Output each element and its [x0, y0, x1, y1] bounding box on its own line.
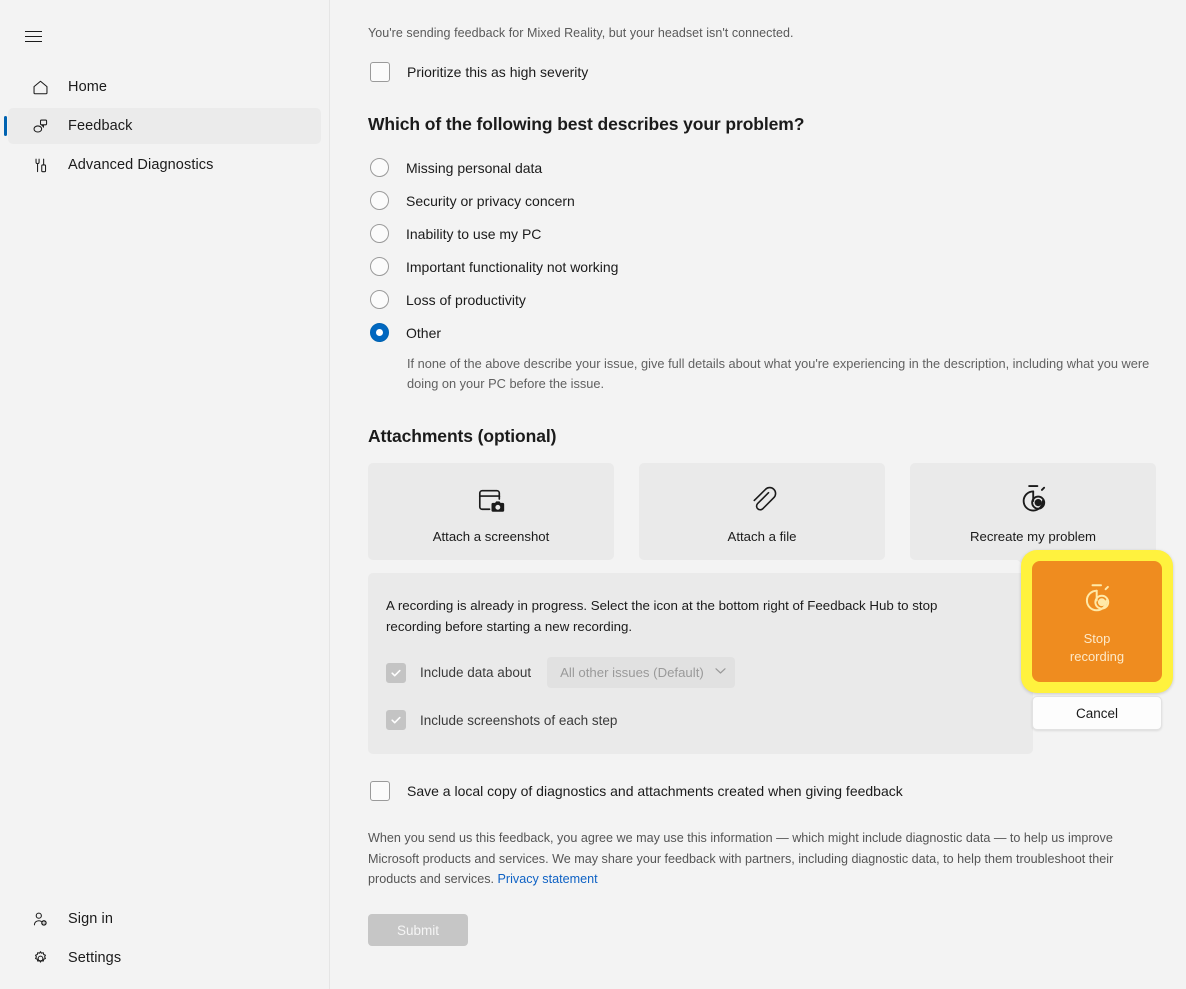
include-data-about-label: Include data about	[420, 665, 532, 681]
recording-message: A recording is already in progress. Sele…	[386, 597, 938, 634]
include-data-about-checkbox[interactable]	[386, 662, 406, 683]
sidebar-item-feedback[interactable]: Feedback	[4, 108, 321, 144]
feedback-icon	[30, 116, 50, 136]
chevron-down-icon	[715, 667, 726, 678]
include-screenshots-label: Include screenshots of each step	[420, 712, 618, 728]
sidebar-item-label: Feedback	[68, 118, 133, 134]
radio-label: Loss of productivity	[406, 291, 526, 308]
hamburger-icon-bar	[24, 35, 42, 37]
legal-disclaimer: When you send us this feedback, you agre…	[368, 828, 1143, 889]
screenshot-icon	[472, 478, 511, 520]
sidebar-nav: Home Feedback Advanced Diagnostics	[0, 66, 329, 186]
main-content: You're sending feedback for Mixed Realit…	[330, 0, 1186, 989]
radio-option-security-privacy[interactable]: Security or privacy concern	[370, 184, 1158, 217]
sidebar-item-advanced-diagnostics[interactable]: Advanced Diagnostics	[8, 147, 321, 183]
radio-label: Missing personal data	[406, 159, 543, 176]
stopwatch-icon	[1013, 478, 1054, 520]
stop-recording-label-line2: recording	[1069, 648, 1125, 664]
problem-section-title: Which of the following best describes yo…	[368, 114, 805, 134]
paperclip-icon	[743, 478, 782, 520]
hamburger-icon-bar	[24, 40, 42, 42]
radio-circle	[370, 323, 389, 342]
stop-recording-highlight-ring: Stop recording	[1021, 550, 1173, 693]
headset-note: You're sending feedback for Mixed Realit…	[368, 26, 794, 40]
app-window: Home Feedback Advanced Diagnostics Sign …	[0, 0, 1186, 989]
radio-label: Other	[406, 324, 442, 341]
sidebar-item-label: Home	[68, 79, 108, 95]
sidebar-item-settings[interactable]: Settings	[8, 940, 321, 976]
attachments-title: Attachments (optional)	[368, 425, 557, 446]
stop-recording-label-line1: Stop	[1083, 630, 1111, 646]
other-option-help-text: If none of the above describe your issue…	[407, 356, 1150, 391]
legal-text: When you send us this feedback, you agre…	[368, 831, 1114, 886]
save-local-copy-checkbox[interactable]: Save a local copy of diagnostics and att…	[370, 781, 1158, 802]
sidebar: Home Feedback Advanced Diagnostics Sign …	[0, 0, 330, 989]
radio-circle	[370, 158, 389, 177]
sidebar-item-home[interactable]: Home	[8, 69, 321, 105]
hamburger-menu-button[interactable]	[13, 18, 53, 54]
include-data-about-dropdown[interactable]: All other issues (Default)	[547, 657, 736, 689]
hamburger-icon-bar	[24, 30, 42, 32]
stop-recording-flyout: Stop recording Cancel	[1021, 550, 1173, 730]
checkbox-label: Save a local copy of diagnostics and att…	[407, 783, 903, 800]
attach-card-label: Attach a file	[727, 529, 797, 545]
sidebar-item-label: Settings	[68, 950, 122, 966]
radio-circle	[370, 224, 389, 243]
recording-panel: A recording is already in progress. Sele…	[368, 572, 1033, 755]
checkbox-box	[370, 781, 390, 802]
include-data-about-row: Include data about All other issues (Def…	[386, 657, 1007, 689]
radio-label: Important functionality not working	[406, 258, 619, 275]
gear-icon	[30, 948, 50, 968]
attach-card-label: Recreate my problem	[969, 529, 1097, 545]
attach-file-button[interactable]: Attach a file	[639, 462, 885, 560]
checkbox-box	[370, 62, 390, 82]
diagnostics-icon	[30, 155, 50, 175]
radio-label: Security or privacy concern	[406, 192, 575, 209]
stop-recording-button[interactable]: Stop recording	[1032, 561, 1162, 682]
sidebar-item-label: Advanced Diagnostics	[68, 157, 214, 173]
prioritize-severity-checkbox[interactable]: Prioritize this as high severity	[370, 62, 1158, 82]
problem-radio-group: Missing personal data Security or privac…	[365, 151, 1158, 349]
include-screenshots-checkbox[interactable]	[386, 710, 406, 731]
add-user-icon	[30, 909, 50, 929]
recreate-my-problem-button[interactable]: Recreate my problem	[910, 462, 1156, 572]
include-screenshots-row: Include screenshots of each step	[386, 710, 1007, 731]
radio-option-other[interactable]: Other	[370, 316, 1158, 349]
stopwatch-icon	[1076, 578, 1118, 623]
submit-button[interactable]: Submit	[368, 914, 468, 947]
sidebar-bottom-nav: Sign in Settings	[0, 898, 329, 979]
checkbox-label: Prioritize this as high severity	[407, 64, 589, 80]
sidebar-item-label: Sign in	[68, 911, 114, 927]
radio-label: Inability to use my PC	[406, 225, 542, 242]
sidebar-item-sign-in[interactable]: Sign in	[8, 901, 321, 937]
radio-option-missing-personal-data[interactable]: Missing personal data	[370, 151, 1158, 184]
attach-screenshot-button[interactable]: Attach a screenshot	[368, 462, 614, 560]
cancel-button[interactable]: Cancel	[1032, 696, 1162, 730]
home-icon	[30, 77, 50, 97]
radio-circle	[370, 257, 389, 276]
radio-circle	[370, 191, 389, 210]
radio-option-functionality-not-working[interactable]: Important functionality not working	[370, 250, 1158, 283]
attach-card-label: Attach a screenshot	[432, 529, 550, 545]
radio-circle	[370, 290, 389, 309]
dropdown-selected-value: All other issues (Default)	[560, 665, 704, 681]
privacy-statement-link[interactable]: Privacy statement	[498, 872, 598, 886]
attachment-cards: Attach a screenshot Attach a file Recrea…	[368, 462, 1158, 572]
radio-option-inability-to-use-pc[interactable]: Inability to use my PC	[370, 217, 1158, 250]
radio-option-loss-of-productivity[interactable]: Loss of productivity	[370, 283, 1158, 316]
